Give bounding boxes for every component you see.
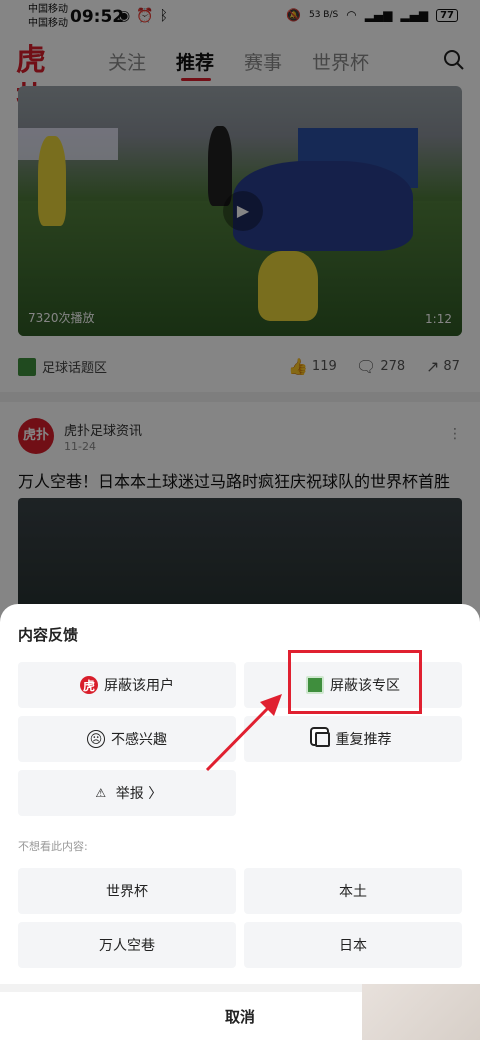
not-interested-label: 不感兴趣: [111, 732, 167, 748]
keyword-section-label: 不想看此内容:: [18, 840, 88, 853]
duplicate-label: 重复推荐: [335, 732, 392, 748]
not-interested-button[interactable]: ☹ 不感兴趣: [18, 716, 236, 762]
highlight-box: [288, 650, 422, 714]
sad-face-icon: ☹: [87, 730, 105, 748]
user-avatar-icon: 虎: [80, 676, 98, 694]
keyword-chip[interactable]: 日本: [244, 922, 462, 968]
keyword-chip[interactable]: 世界杯: [18, 868, 236, 914]
block-user-button[interactable]: 虎 屏蔽该用户: [18, 662, 236, 708]
duplicate-icon: [314, 731, 330, 747]
report-button[interactable]: ⚠ 举报 〉: [18, 770, 236, 816]
duplicate-button[interactable]: 重复推荐: [244, 716, 462, 762]
corner-patch: [362, 984, 480, 1040]
block-user-label: 屏蔽该用户: [104, 678, 174, 694]
sheet-title: 内容反馈: [18, 626, 79, 644]
keyword-chip[interactable]: 万人空巷: [18, 922, 236, 968]
keyword-chip[interactable]: 本土: [244, 868, 462, 914]
warning-icon: ⚠: [95, 786, 107, 800]
content-feedback-sheet: 内容反馈 虎 屏蔽该用户 屏蔽该专区 ☹ 不感兴趣 重复推荐 ⚠ 举报 〉 不想…: [0, 604, 480, 1040]
report-label: 举报 〉: [115, 786, 163, 802]
